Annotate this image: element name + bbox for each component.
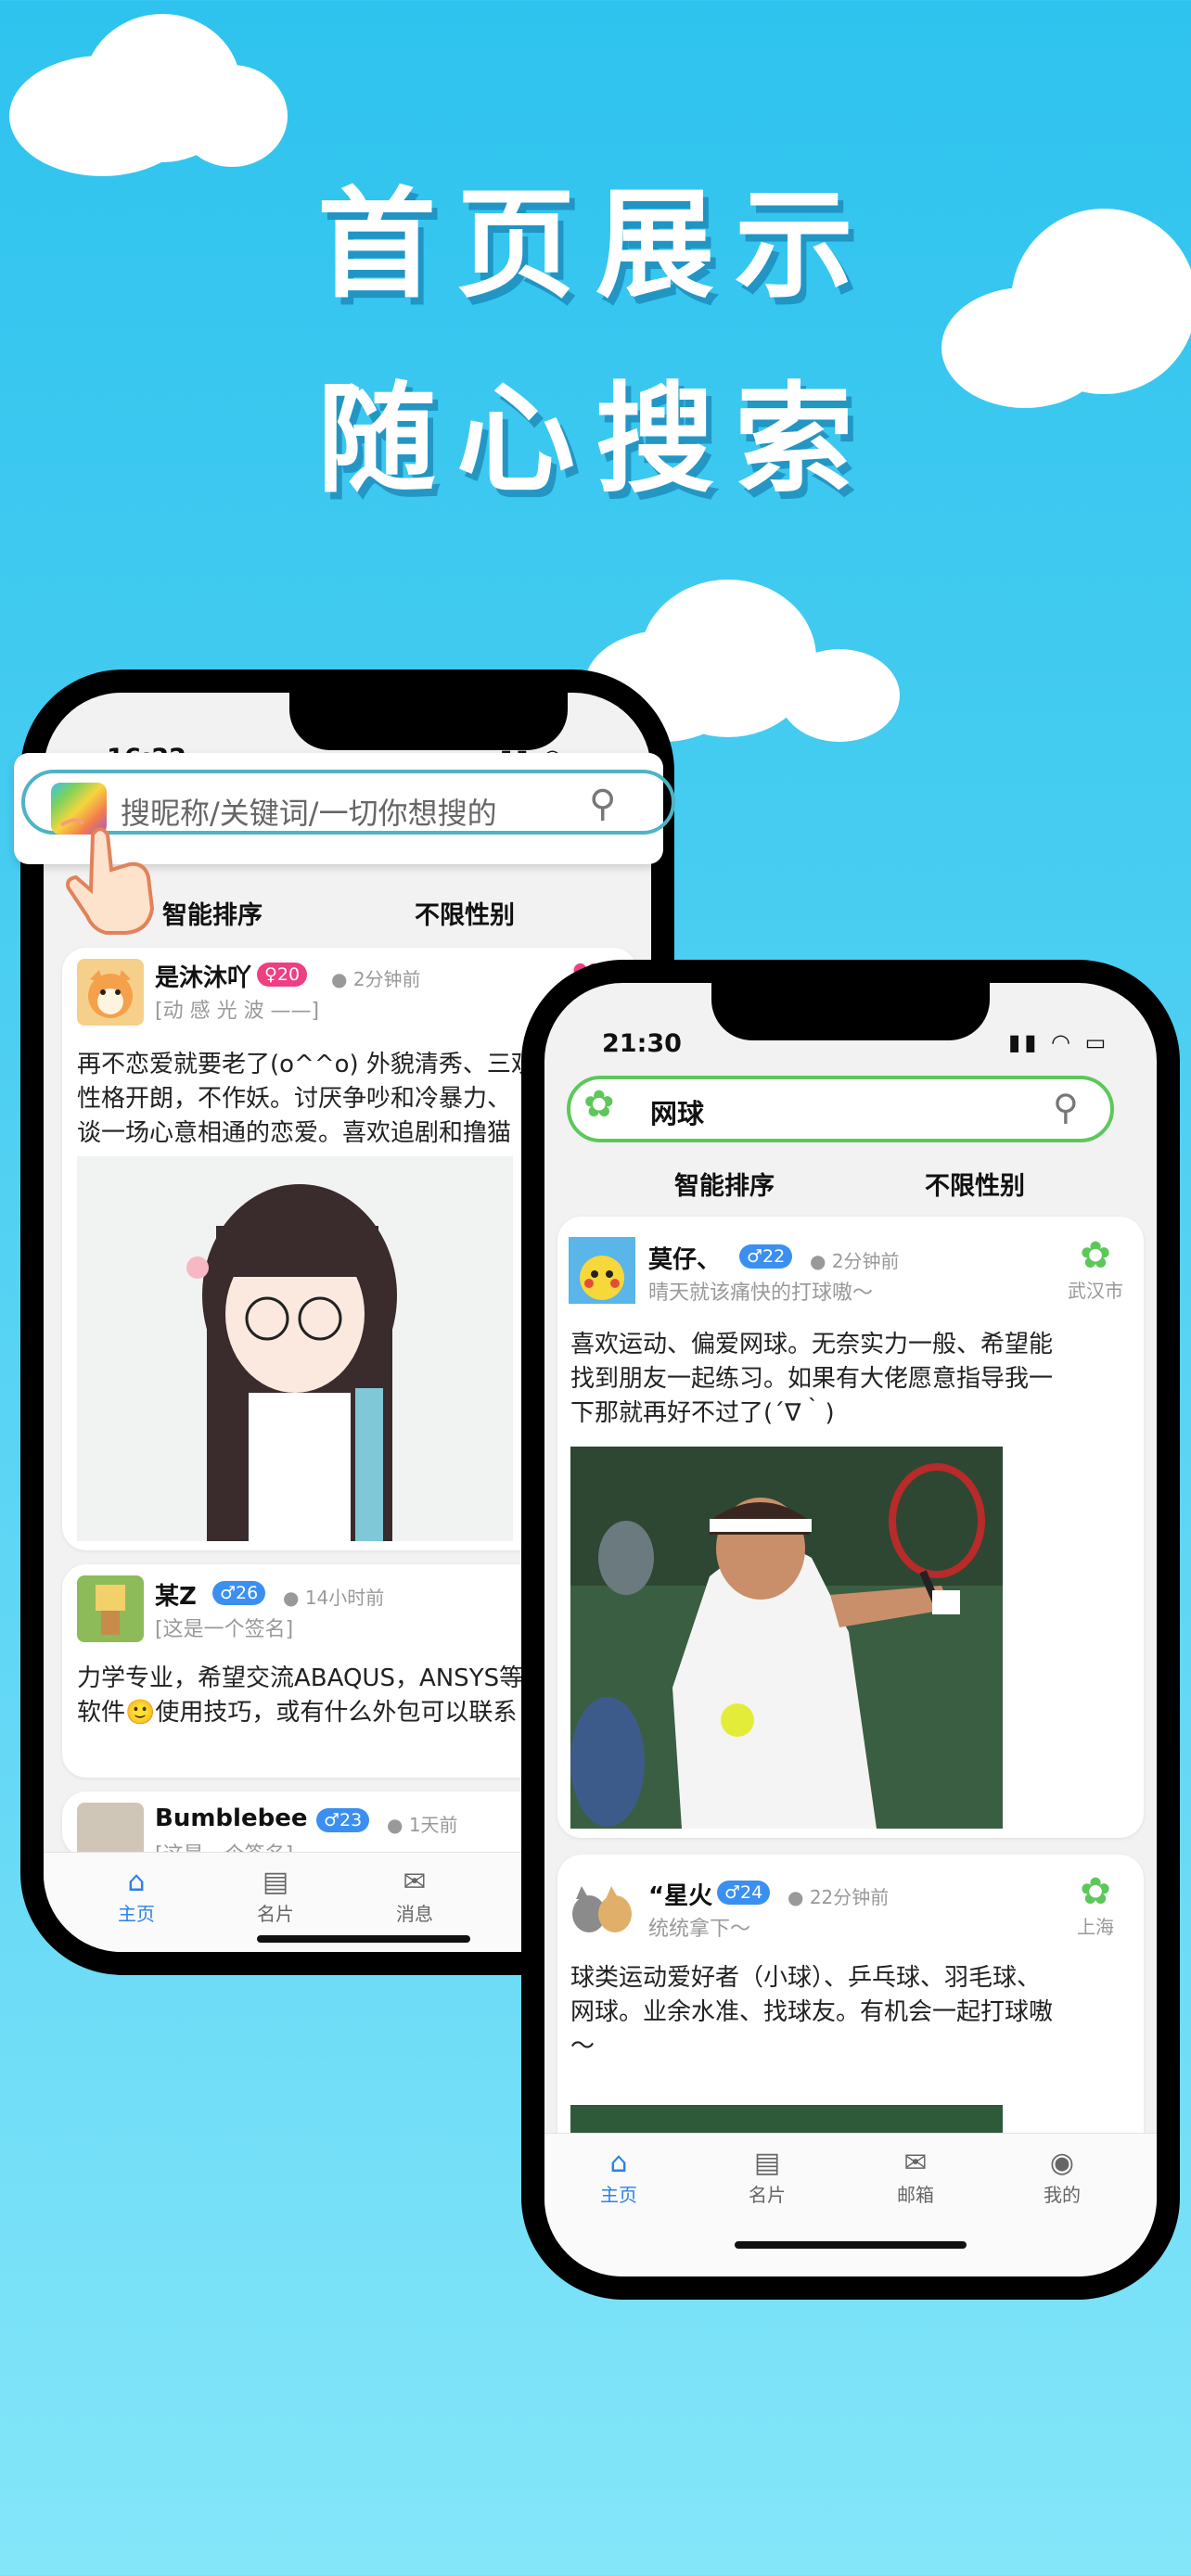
tab-mailbox[interactable]: ✉ 邮箱 [878, 2147, 953, 2207]
username: 某Z [155, 1583, 197, 1611]
tab-home[interactable]: ⌂ 主页 [99, 1866, 173, 1926]
phone-right-screen: 21:30 ▮▮ ◠ ▭ ✿ 网球 ⚲ 智能排序 不限性别 莫仔、 ♂22 ● … [544, 983, 1157, 2276]
gender-age-badge: ♂26 [212, 1581, 266, 1605]
home-indicator [735, 2241, 967, 2249]
username: 莫仔、 [648, 1246, 722, 1274]
username: “星火 [648, 1882, 713, 1910]
search-icon[interactable]: ⚲ [589, 783, 616, 825]
tab-card[interactable]: ▤ 名片 [238, 1866, 313, 1926]
status-time: 21:30 [602, 1029, 682, 1058]
post-image[interactable] [570, 1447, 1003, 1829]
post-time: ● 2分钟前 [331, 968, 421, 990]
post-image[interactable] [570, 2105, 1003, 2133]
gender-filter[interactable]: 不限性别 [925, 1166, 1025, 1202]
sort-filter[interactable]: 智能排序 [162, 895, 263, 931]
gender-age-badge: ♂24 [717, 1881, 771, 1905]
notch [711, 983, 990, 1040]
post-time: ● 22分钟前 [788, 1886, 890, 1908]
location: ✿ 上海 [1058, 1871, 1133, 1939]
mail-icon: ✉ [903, 2147, 928, 2179]
tap-hand-icon [56, 816, 176, 937]
post-time: ● 1天前 [387, 1814, 458, 1836]
signature: [这是一个签名] [155, 1618, 294, 1641]
gender-age-badge: ♀20 [257, 963, 308, 987]
tab-profile[interactable]: ◉ 我的 [1025, 2147, 1099, 2207]
post-image[interactable] [77, 1156, 513, 1541]
home-indicator [257, 1935, 470, 1943]
tab-messages[interactable]: ✉ 消息 [378, 1866, 452, 1926]
search-value: 网球 [650, 1098, 705, 1129]
tab-card[interactable]: ▤ 名片 [730, 2147, 804, 2207]
post-card[interactable]: 莫仔、 ♂22 ● 2分钟前 晴天就该痛快的打球嗷～ ✿ 武汉市 喜欢运动、偏爱网… [557, 1217, 1144, 1838]
sort-filter[interactable]: 智能排序 [674, 1166, 775, 1202]
avatar [77, 959, 144, 1026]
avatar [77, 1575, 144, 1642]
gender-filter[interactable]: 不限性别 [415, 895, 515, 931]
headline-line1: 首页展示 [316, 176, 874, 314]
headline-line2: 随心搜索 [316, 371, 874, 509]
signature: [动 感 光 波 ——] [155, 1000, 320, 1023]
post-text: 喜欢运动、偏爱网球。无奈实力一般、希望能 找到朋友一起练习。如果有大佬愿意指导我… [570, 1331, 1054, 1427]
avatar [569, 1237, 635, 1304]
tab-bar: ⌂ 主页 ▤ 名片 ✉ 邮箱 ◉ 我的 [544, 2133, 1157, 2276]
search-icon[interactable]: ⚲ [1053, 1087, 1079, 1128]
mail-icon: ✉ [403, 1866, 427, 1898]
clover-icon: ✿ [1080, 1234, 1111, 1277]
search-field[interactable]: ✿ 网球 ⚲ [567, 1076, 1114, 1142]
home-icon: ⌂ [609, 2147, 628, 2179]
signature: 统统拿下～ [648, 1918, 751, 1941]
avatar [569, 1873, 635, 1940]
post-time: ● 2分钟前 [810, 1250, 900, 1272]
profile-icon: ◉ [1049, 2147, 1075, 2179]
card-icon: ▤ [753, 2147, 781, 2179]
clover-icon: ✿ [583, 1083, 615, 1126]
post-text: 球类运动爱好者（小球）、乒乓球、羽毛球、 网球。业余水准、找球友。有机会一起打球… [570, 1964, 1054, 2060]
gender-age-badge: ♂23 [316, 1808, 370, 1832]
home-icon: ⌂ [127, 1866, 146, 1898]
clover-icon: ✿ [1080, 1870, 1111, 1913]
gender-age-badge: ♂22 [739, 1244, 793, 1269]
username: 是沐沐吖 [155, 964, 252, 992]
username: Bumblebee [155, 1804, 308, 1832]
status-icons: ▮▮ ◠ ▭ [1008, 1029, 1110, 1055]
location: ✿ 武汉市 [1058, 1235, 1133, 1303]
signature: 晴天就该痛快的打球嗷～ [648, 1282, 874, 1305]
phone-right: 21:30 ▮▮ ◠ ▭ ✿ 网球 ⚲ 智能排序 不限性别 莫仔、 ♂22 ● … [521, 960, 1180, 2300]
notch [289, 693, 568, 750]
search-placeholder: 搜昵称/关键词/一切你想搜的 [121, 796, 497, 831]
tab-home[interactable]: ⌂ 主页 [582, 2147, 656, 2207]
card-icon: ▤ [262, 1866, 289, 1898]
post-time: ● 14小时前 [283, 1587, 385, 1609]
